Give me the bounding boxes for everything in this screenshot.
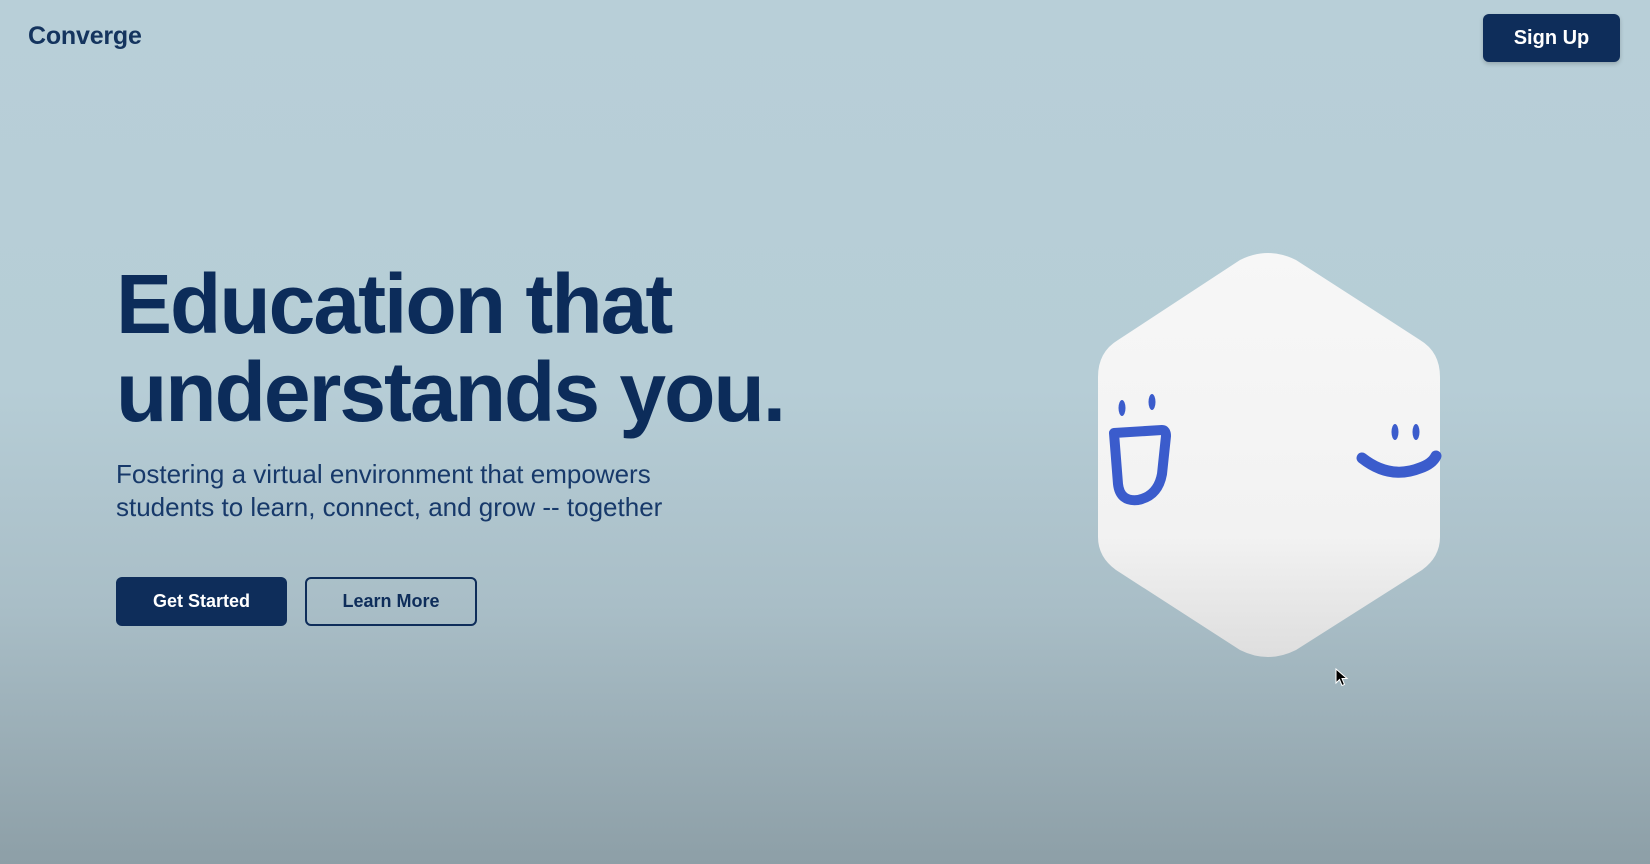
hero-subtitle-line-2: students to learn, connect, and grow -- … — [116, 492, 663, 522]
cta-row: Get Started Learn More — [116, 577, 477, 626]
hero-title: Education that understands you. — [116, 260, 876, 436]
get-started-button[interactable]: Get Started — [116, 577, 287, 626]
hero-subtitle: Fostering a virtual environment that emp… — [116, 458, 756, 524]
sign-up-button[interactable]: Sign Up — [1483, 14, 1620, 62]
learn-more-button[interactable]: Learn More — [305, 577, 477, 626]
mouse-cursor-icon — [1335, 668, 1349, 687]
right-face-eye-2 — [1412, 424, 1420, 440]
hero-title-line-1: Education that — [116, 257, 673, 351]
left-face-eye-2 — [1148, 394, 1156, 410]
right-face-eye-1 — [1391, 424, 1399, 440]
hero-section: Education that understands you. Fosterin… — [116, 260, 876, 524]
mascot-body — [1098, 253, 1440, 657]
hero-subtitle-line-1: Fostering a virtual environment that emp… — [116, 459, 651, 489]
logo[interactable]: Converge — [28, 22, 142, 51]
smiling-hexagon-mascot-icon — [1098, 253, 1442, 657]
left-face-eye-1 — [1118, 400, 1126, 416]
hero-title-line-2: understands you. — [116, 345, 786, 439]
